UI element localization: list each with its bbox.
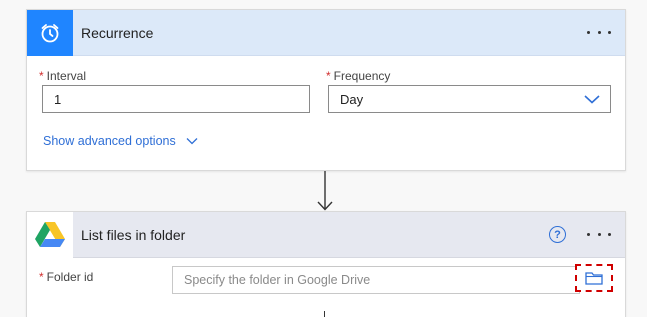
recurrence-card: Recurrence * Interval 1 * Frequency Day Sh… — [26, 9, 626, 171]
connector-stub — [324, 311, 326, 317]
more-dots-icon[interactable] — [587, 226, 611, 242]
frequency-label: * Frequency — [326, 69, 391, 83]
interval-label: * Interval — [39, 69, 87, 83]
flow-canvas: Recurrence * Interval 1 * Frequency Day Sh… — [0, 0, 647, 317]
list-files-header[interactable]: List files in folder ? — [27, 211, 625, 258]
recurrence-header[interactable]: Recurrence — [27, 9, 625, 56]
folder-id-input[interactable]: Specify the folder in Google Drive — [172, 266, 580, 294]
help-circle-icon[interactable]: ? — [549, 226, 566, 243]
recurrence-title: Recurrence — [81, 24, 154, 41]
more-dots-icon[interactable] — [587, 24, 611, 40]
folder-picker-button[interactable] — [575, 264, 613, 292]
alarm-clock-icon — [27, 9, 73, 56]
chevron-down-icon — [186, 138, 198, 145]
connector-arrow — [317, 171, 333, 211]
show-advanced-options-link[interactable]: Show advanced options — [43, 134, 198, 148]
chevron-down-icon — [584, 95, 600, 104]
list-files-title: List files in folder — [81, 226, 186, 243]
folder-icon — [585, 272, 603, 285]
list-files-card: List files in folder ? * Folder id Specif… — [26, 211, 626, 317]
frequency-select[interactable]: Day — [328, 85, 611, 113]
google-drive-icon — [27, 211, 73, 258]
interval-input[interactable]: 1 — [42, 85, 310, 113]
folder-id-label: * Folder id — [39, 270, 94, 284]
